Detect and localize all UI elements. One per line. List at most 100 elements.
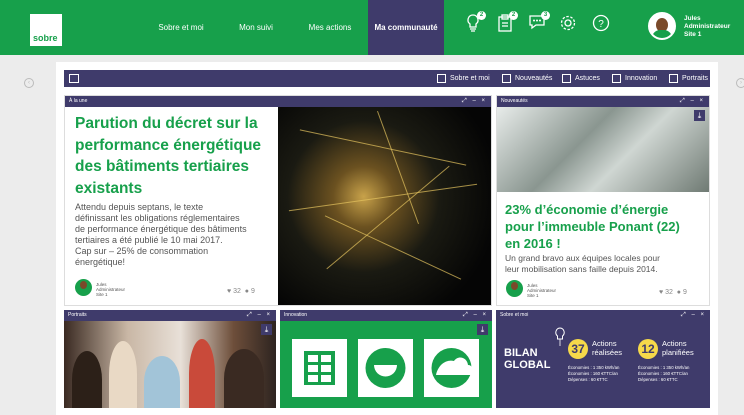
grid-view-icon[interactable]: [69, 74, 79, 83]
bilan-panel: BILAN GLOBAL 37 Actions réalisées 12 Act…: [496, 321, 710, 408]
likes-count: 32: [665, 289, 673, 296]
clipboard-icon[interactable]: 2: [494, 11, 518, 36]
author-info: Jules Administrateur Site 1: [96, 282, 125, 297]
grid-tile-icon: [292, 339, 347, 397]
body-line: tertiaires a été publié le 10 mai 2017.: [75, 235, 223, 245]
scroll-right-icon[interactable]: ›: [736, 78, 744, 88]
comments-count: 9: [250, 288, 255, 295]
checkbox-icon[interactable]: [612, 73, 621, 83]
body-line: Attendu depuis septans, le texte: [75, 202, 204, 212]
filter-label: Sobre et moi: [450, 75, 490, 82]
author-site: Site 1: [527, 293, 539, 298]
checkbox-icon[interactable]: [437, 73, 446, 83]
checkbox-icon[interactable]: [669, 73, 678, 83]
card-nouveautes[interactable]: Nouveautés ⤢ – × ⤓ 23% d’économie d’énerg…: [496, 95, 710, 306]
body-line: énergétique!: [75, 257, 126, 267]
filter-sobre-et-moi[interactable]: Sobre et moi: [437, 73, 490, 84]
user-site: Site 1: [684, 31, 702, 38]
planifiees-count: 12: [638, 339, 658, 359]
stat-line: Dépenses : 60 €TTC: [568, 377, 608, 382]
filter-nouveautes[interactable]: Nouveautés: [502, 73, 552, 84]
card-body: Un grand bravo aux équipes locales pour …: [505, 253, 709, 274]
checkbox-icon[interactable]: [562, 73, 571, 83]
top-bar: sobre Sobre et moi Mon suivi Mes actions…: [0, 0, 744, 55]
filter-portraits[interactable]: Portraits: [669, 73, 708, 84]
card-title[interactable]: Parution du décret sur la performance én…: [75, 113, 280, 199]
bilan-title: BILAN GLOBAL: [504, 347, 550, 371]
checkbox-icon[interactable]: [502, 73, 511, 83]
comment-icon[interactable]: ●: [677, 289, 681, 296]
author-avatar[interactable]: [75, 279, 92, 296]
user-role: Administrateur: [684, 23, 731, 30]
author-info: Jules Administrateur Site 1: [527, 283, 556, 298]
card-header: Nouveautés ⤢ – ×: [497, 96, 709, 107]
title-line: en 2016 !: [505, 236, 561, 251]
body-line: de performance énergétique des bâtiments: [75, 224, 247, 234]
bulb-icon[interactable]: 2: [462, 11, 486, 36]
heart-icon[interactable]: ♥: [659, 289, 663, 296]
card-stats: ♥ 32 ● 9: [227, 288, 255, 295]
realisees-count: 37: [568, 339, 588, 359]
title-line: Parution du décret sur la: [75, 115, 258, 132]
nav-mes-actions[interactable]: Mes actions: [300, 0, 360, 55]
filter-bar: Sobre et moi Nouveautés Astuces Innovati…: [64, 70, 710, 87]
building-image: [497, 107, 709, 192]
nav-ma-communaute[interactable]: Ma communauté: [368, 0, 444, 55]
realisees-stats: Économies : 1 350 kWh/an Économies : 160…: [568, 365, 619, 383]
title-line: pour l’immeuble Ponant (22): [505, 219, 680, 234]
card-sobre-et-moi[interactable]: Sobre et moi ⤢ – × BILAN GLOBAL 37 Action…: [496, 310, 710, 408]
card-body: Attendu depuis septans, le texte définis…: [75, 202, 280, 268]
card-a-la-une[interactable]: À la une ⤢ – × Parution du décret sur la …: [64, 95, 492, 306]
card-header-label: Portraits: [68, 312, 87, 318]
bilan-line: BILAN: [504, 347, 538, 359]
cloud-tile-icon: [424, 339, 479, 397]
user-info[interactable]: Jules Administrateur Site 1: [684, 15, 730, 39]
comments-count: 9: [682, 289, 687, 296]
download-icon[interactable]: ⤓: [261, 324, 272, 335]
bilan-line: GLOBAL: [504, 359, 551, 371]
help-icon[interactable]: ?: [590, 14, 612, 36]
card-header: Sobre et moi ⤢ – ×: [496, 310, 710, 321]
card-header: Innovation ⤢ – ×: [280, 310, 492, 321]
card-header-label: À la une: [69, 98, 88, 104]
heart-icon[interactable]: ♥: [227, 288, 231, 295]
author-avatar[interactable]: [506, 280, 523, 297]
label-line: Actions: [662, 339, 687, 348]
card-portraits[interactable]: Portraits ⤢ – × ⤓: [64, 310, 276, 408]
card-controls-icon[interactable]: ⤢ – ×: [247, 310, 272, 321]
card-title[interactable]: 23% d’économie d’énergie pour l’immeuble…: [505, 201, 705, 252]
nav-mon-suivi[interactable]: Mon suivi: [228, 0, 284, 55]
card-header-label: Innovation: [284, 312, 308, 318]
clipboard-badge: 2: [509, 11, 518, 20]
comment-icon[interactable]: ●: [245, 288, 249, 295]
bulb-badge: 2: [477, 11, 486, 20]
download-icon[interactable]: ⤓: [694, 110, 705, 121]
filter-label: Nouveautés: [515, 75, 553, 82]
scroll-left-icon[interactable]: ‹: [24, 78, 34, 88]
label-line: Actions: [592, 339, 617, 348]
main-content: Sobre et moi Nouveautés Astuces Innovati…: [56, 62, 718, 415]
smile-tile-icon: [358, 339, 413, 397]
card-controls-icon[interactable]: ⤢ – ×: [680, 96, 705, 107]
filter-astuces[interactable]: Astuces: [562, 73, 600, 84]
label-line: planifiées: [662, 348, 694, 357]
title-line: performance énergétique: [75, 136, 262, 154]
card-controls-icon[interactable]: ⤢ – ×: [463, 310, 488, 321]
sobre-logo[interactable]: sobre: [30, 14, 62, 46]
title-line: existants: [75, 179, 143, 197]
card-innovation[interactable]: Innovation ⤢ – × ⤓: [280, 310, 492, 408]
card-controls-icon[interactable]: ⤢ – ×: [681, 310, 706, 321]
nav-sobre-et-moi[interactable]: Sobre et moi: [150, 0, 212, 55]
chat-icon[interactable]: 3: [526, 11, 550, 36]
body-line: définissant les obligations réglementair…: [75, 213, 240, 223]
filter-innovation[interactable]: Innovation: [612, 73, 657, 84]
user-avatar[interactable]: [648, 12, 676, 40]
card-controls-icon[interactable]: ⤢ – ×: [462, 96, 487, 107]
logo-text: sobre: [33, 33, 58, 43]
download-icon[interactable]: ⤓: [477, 324, 488, 335]
gear-icon[interactable]: [557, 14, 579, 36]
portraits-image: [64, 321, 276, 408]
chat-badge: 3: [541, 11, 550, 20]
planifiees-label: Actions planifiées: [662, 339, 694, 357]
planifiees-stats: Économies : 1 350 kWh/an Économies : 160…: [638, 365, 689, 383]
